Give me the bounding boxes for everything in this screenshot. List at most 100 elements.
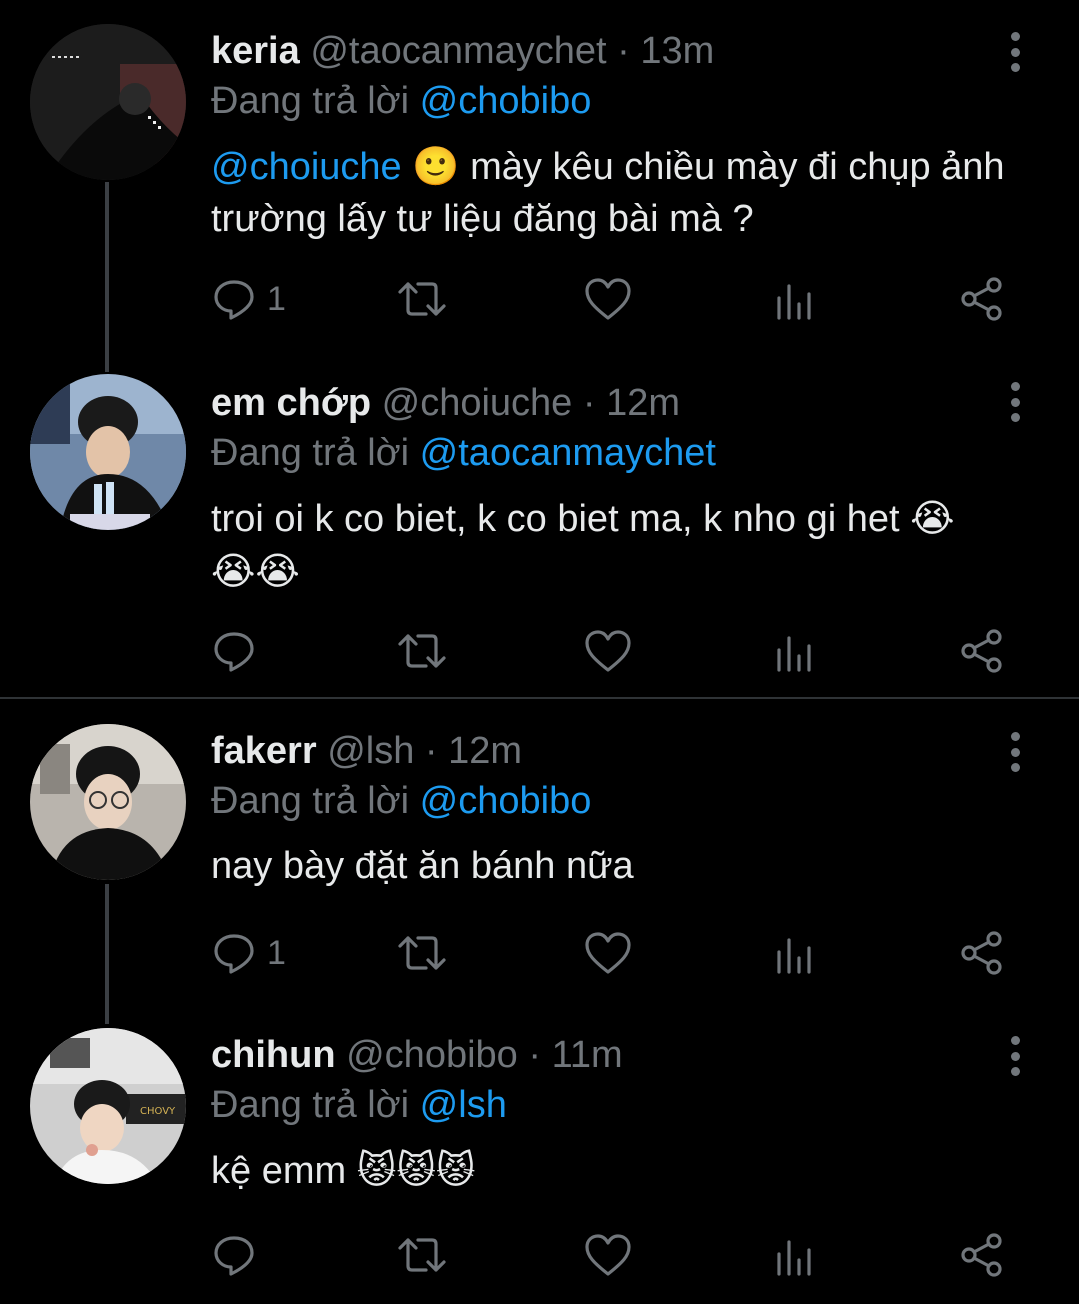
text-mention[interactable]: @choiuche (211, 146, 402, 188)
crying-emoji: 😭 (910, 496, 955, 540)
analytics-icon (777, 1240, 811, 1276)
reply-button[interactable]: 1 (211, 928, 286, 978)
tweet-text: nay bày đặt ăn bánh nữa (211, 840, 1019, 892)
action-bar: 1 (211, 274, 1031, 324)
tweet-text: @choiuche 🙂 mày kêu chiều mày đi chụp ản… (211, 140, 1019, 245)
thread-divider (0, 697, 1079, 699)
reply-button[interactable] (211, 626, 267, 676)
separator-dot: · (528, 1034, 542, 1076)
display-name[interactable]: fakerr (211, 730, 317, 772)
action-bar: 1 (211, 928, 1031, 978)
retweet-button[interactable] (396, 274, 448, 324)
analytics-icon (777, 938, 811, 974)
views-button[interactable] (775, 274, 815, 324)
replying-prefix: Đang trả lời (211, 780, 410, 822)
retweet-icon (398, 282, 446, 316)
crying-emoji: 😭😭 (211, 549, 300, 593)
views-button[interactable] (775, 928, 815, 978)
share-icon (961, 629, 1002, 673)
more-vertical-icon[interactable] (1003, 32, 1027, 72)
avatar[interactable]: CHOVY (30, 1028, 186, 1184)
svg-text:CHOVY: CHOVY (140, 1106, 176, 1117)
user-handle[interactable]: @lsh (327, 730, 414, 772)
views-button[interactable] (775, 626, 815, 676)
user-handle[interactable]: @choiuche (382, 382, 573, 424)
user-handle[interactable]: @taocanmaychet (310, 30, 606, 72)
replying-to: Đang trả lời @chobibo (211, 776, 1019, 826)
share-icon (961, 1233, 1002, 1277)
views-button[interactable] (775, 1230, 815, 1280)
share-button[interactable] (959, 1230, 1005, 1280)
replying-to-mention[interactable]: @taocanmaychet (420, 432, 716, 474)
replying-to: Đang trả lời @chobibo (211, 76, 1019, 126)
tweet-text: kệ emm 😾😾😾 (211, 1144, 1019, 1197)
reply-count: 1 (267, 933, 286, 972)
retweet-button[interactable] (396, 928, 448, 978)
share-button[interactable] (959, 928, 1005, 978)
share-icon (961, 931, 1002, 975)
like-button[interactable] (584, 928, 632, 978)
tweet-card[interactable]: em chớp @choiuche · 12m Đang trả lời @ta… (0, 350, 1079, 697)
more-vertical-icon[interactable] (1003, 382, 1027, 422)
more-vertical-icon[interactable] (1003, 1036, 1027, 1076)
share-icon (961, 277, 1002, 321)
replying-prefix: Đang trả lời (211, 1084, 410, 1126)
avatar[interactable] (30, 374, 186, 530)
pouting-cat-emoji: 😾😾😾 (356, 1148, 476, 1192)
share-button[interactable] (959, 274, 1005, 324)
reply-button[interactable]: 1 (211, 274, 286, 324)
display-name[interactable]: chihun (211, 1034, 336, 1076)
heart-icon (585, 630, 631, 672)
reply-count: 1 (267, 279, 286, 318)
user-handle[interactable]: @chobibo (346, 1034, 518, 1076)
replying-to-mention[interactable]: @chobibo (420, 80, 592, 122)
tweet-header: keria @taocanmaychet · 13m (211, 26, 1019, 76)
reply-icon (214, 280, 254, 320)
reply-icon (214, 934, 254, 974)
replying-to: Đang trả lời @taocanmaychet (211, 428, 1019, 478)
smile-emoji: 🙂 (412, 144, 460, 188)
reply-button[interactable] (211, 1230, 267, 1280)
tweet-header: fakerr @lsh · 12m (211, 726, 1019, 776)
reply-icon (214, 632, 254, 672)
tweet-text-content: troi oi k co biet, k co biet ma, k nho g… (211, 498, 900, 540)
reply-icon (214, 1236, 254, 1276)
heart-icon (585, 932, 631, 974)
more-vertical-icon[interactable] (1003, 732, 1027, 772)
separator-dot: · (424, 730, 438, 772)
timestamp[interactable]: 12m (448, 730, 522, 772)
replying-to: Đang trả lời @lsh (211, 1080, 1019, 1130)
retweet-icon (398, 634, 446, 668)
heart-icon (585, 278, 631, 320)
tweet-header: em chớp @choiuche · 12m (211, 378, 1019, 428)
like-button[interactable] (584, 1230, 632, 1280)
avatar[interactable] (30, 724, 186, 880)
like-button[interactable] (584, 274, 632, 324)
retweet-icon (398, 1238, 446, 1272)
analytics-icon (777, 284, 811, 320)
tweet-text-content: kệ emm (211, 1150, 347, 1192)
like-button[interactable] (584, 626, 632, 676)
separator-dot: · (617, 30, 630, 72)
retweet-button[interactable] (396, 1230, 448, 1280)
avatar[interactable] (30, 24, 186, 180)
tweet-text-content: nay bày đặt ăn bánh nữa (211, 845, 634, 887)
replying-to-mention[interactable]: @chobibo (420, 780, 592, 822)
separator-dot: · (582, 382, 596, 424)
retweet-icon (398, 936, 446, 970)
timestamp[interactable]: 11m (552, 1034, 623, 1076)
display-name[interactable]: keria (211, 30, 300, 72)
tweet-card[interactable]: CHOVY chihun @chobibo · 11m Đang trả lời… (0, 1004, 1079, 1304)
replying-to-mention[interactable]: @lsh (420, 1084, 507, 1126)
action-bar (211, 626, 1031, 676)
tweet-card[interactable]: fakerr @lsh · 12m Đang trả lời @chobibo … (0, 700, 1079, 1030)
tweet-card[interactable]: keria @taocanmaychet · 13m Đang trả lời … (0, 0, 1079, 350)
tweet-text: troi oi k co biet, k co biet ma, k nho g… (211, 492, 1019, 598)
retweet-button[interactable] (396, 626, 448, 676)
timestamp[interactable]: 12m (606, 382, 680, 424)
display-name[interactable]: em chớp (211, 382, 371, 424)
share-button[interactable] (959, 626, 1005, 676)
timestamp[interactable]: 13m (640, 30, 714, 72)
tweet-feed: keria @taocanmaychet · 13m Đang trả lời … (0, 0, 1079, 1304)
action-bar (211, 1230, 1031, 1280)
